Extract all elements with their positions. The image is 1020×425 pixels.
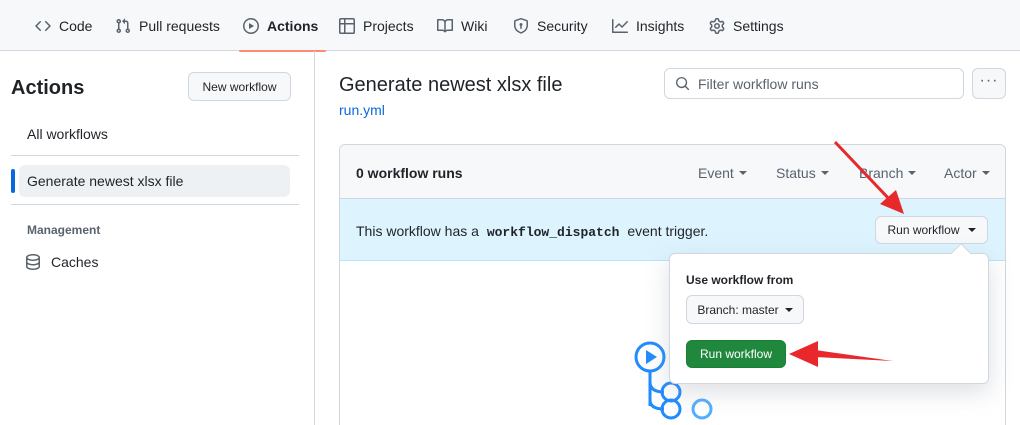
- run-workflow-popover: Use workflow from Branch: master Run wor…: [669, 253, 989, 384]
- pull-request-icon: [116, 18, 131, 33]
- branch-select-label: Branch: master: [697, 302, 779, 317]
- caches-label: Caches: [51, 254, 99, 270]
- nav-projects-label: Projects: [363, 17, 414, 34]
- selected-indicator: [11, 169, 15, 193]
- shield-icon: [514, 17, 528, 34]
- caret-down-icon: [738, 171, 747, 175]
- dispatch-suffix: event trigger.: [627, 223, 709, 239]
- runs-header: 0 workflow runs Event Status Branch Acto…: [340, 145, 1005, 199]
- sidebar-divider: [11, 204, 299, 205]
- branch-filter-label: Branch: [859, 165, 904, 181]
- dispatch-message: This workflow has a workflow_dispatch ev…: [356, 223, 708, 240]
- nav-insights[interactable]: Insights: [612, 0, 684, 51]
- caret-down-icon: [908, 171, 917, 175]
- status-filter[interactable]: Status: [776, 165, 829, 181]
- sidebar-item-all-workflows[interactable]: All workflows: [27, 126, 108, 142]
- use-workflow-from-label: Use workflow from: [686, 273, 794, 287]
- runs-count: 0 workflow runs: [356, 165, 463, 181]
- nav-pull-requests[interactable]: Pull requests: [115, 0, 220, 51]
- branch-select-button[interactable]: Branch: master: [686, 295, 804, 324]
- run-workflow-dropdown-label: Run workflow: [887, 223, 960, 237]
- new-workflow-button[interactable]: New workflow: [188, 72, 291, 101]
- status-filter-label: Status: [776, 165, 816, 181]
- nav-security-label: Security: [537, 17, 588, 34]
- repo-nav: Code Pull requests Actions Projects Wiki…: [0, 0, 1020, 52]
- event-filter[interactable]: Event: [698, 165, 747, 181]
- nav-code-label: Code: [59, 17, 93, 34]
- run-workflow-dropdown-button[interactable]: Run workflow: [875, 216, 988, 244]
- actor-filter[interactable]: Actor: [944, 165, 990, 181]
- filter-workflow-runs[interactable]: [664, 68, 964, 99]
- graph-icon: [612, 18, 628, 33]
- table-icon: [339, 17, 355, 34]
- caret-down-icon: [784, 307, 793, 312]
- code-icon: [35, 20, 51, 31]
- actor-filter-label: Actor: [944, 165, 977, 181]
- nav-actions-label: Actions: [267, 17, 319, 34]
- nav-actions[interactable]: Actions: [238, 0, 327, 52]
- dispatch-prefix: This workflow has a: [356, 223, 479, 239]
- filter-input[interactable]: [698, 75, 958, 92]
- search-icon: [675, 76, 690, 91]
- more-options-button[interactable]: ···: [972, 68, 1006, 99]
- sidebar-item-generate-xlsx[interactable]: Generate newest xlsx file: [19, 165, 290, 197]
- play-icon: [243, 17, 259, 34]
- dispatch-code: workflow_dispatch: [486, 225, 620, 240]
- sidebar-divider: [11, 155, 299, 156]
- caret-down-icon: [820, 171, 829, 175]
- nav-wiki[interactable]: Wiki: [437, 0, 487, 51]
- event-filter-label: Event: [698, 165, 734, 181]
- branch-filter[interactable]: Branch: [859, 165, 917, 181]
- nav-settings-label: Settings: [733, 17, 784, 34]
- caret-down-icon: [967, 228, 976, 232]
- gear-icon: [709, 17, 725, 34]
- workflow-title: Generate newest xlsx file: [339, 74, 563, 96]
- caret-down-icon: [981, 171, 990, 175]
- workflow-file-link[interactable]: run.yml: [339, 102, 385, 118]
- nav-security[interactable]: Security: [513, 0, 588, 51]
- nav-pull-requests-label: Pull requests: [139, 17, 220, 34]
- database-icon: [26, 254, 40, 270]
- sidebar-item-caches[interactable]: Caches: [25, 254, 98, 270]
- actions-sidebar: Actions New workflow All workflows Gener…: [0, 51, 315, 425]
- management-heading: Management: [27, 223, 101, 237]
- run-workflow-submit-button[interactable]: Run workflow: [686, 340, 786, 368]
- nav-projects[interactable]: Projects: [339, 0, 414, 51]
- kebab-horizontal-icon: ···: [979, 71, 999, 89]
- nav-code[interactable]: Code: [35, 0, 92, 51]
- nav-settings[interactable]: Settings: [709, 0, 784, 51]
- nav-insights-label: Insights: [636, 17, 685, 34]
- book-icon: [437, 18, 453, 32]
- sidebar-title: Actions: [11, 77, 85, 99]
- nav-wiki-label: Wiki: [461, 17, 488, 34]
